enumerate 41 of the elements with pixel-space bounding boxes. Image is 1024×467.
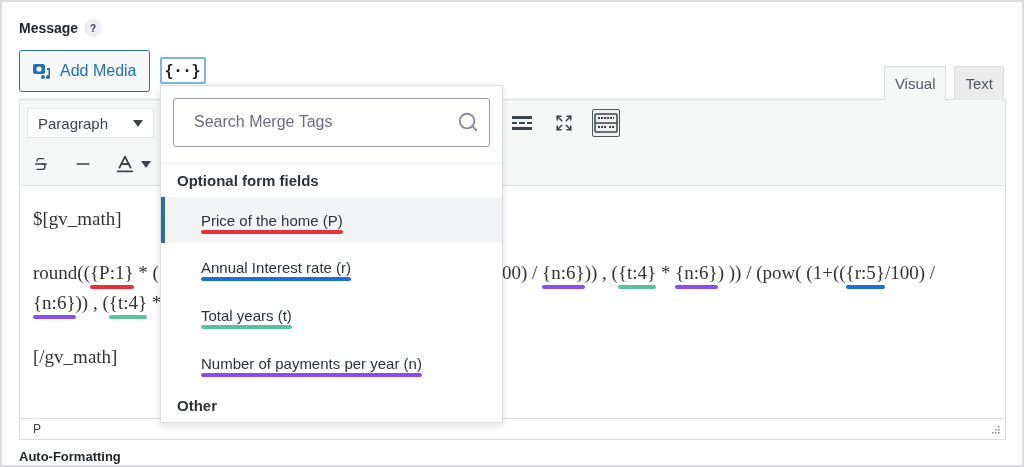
merge-tag-text: {n:6} <box>33 292 76 313</box>
merge-tag-option[interactable]: Total years (t) <box>161 292 502 339</box>
caret-icon[interactable] <box>141 160 151 168</box>
merge-tag-text: {t:4} <box>108 292 148 313</box>
section-title: Optional form fields <box>176 171 320 192</box>
toolbar-toggle-icon[interactable] <box>592 109 620 137</box>
code-text: * <box>150 292 162 314</box>
code-text: [/gv_math] <box>33 346 118 368</box>
search-input[interactable]: Search Merge Tags <box>192 102 457 143</box>
camera-music-icon <box>32 61 52 81</box>
code-text: /100) / <box>884 262 936 284</box>
merge-tag-option[interactable]: Annual Interest rate (r) <box>161 245 502 291</box>
element-path[interactable]: P <box>33 422 41 436</box>
merge-tag-text: {P:1} <box>90 262 134 283</box>
merge-tag-text: {t:4} <box>617 262 657 283</box>
code-text: )) , ( <box>75 292 109 314</box>
editor-tab[interactable]: Text <box>954 66 1004 100</box>
editor-tab[interactable]: Visual <box>883 66 947 100</box>
code-text: $[gv_math] <box>33 208 122 230</box>
format-select[interactable]: Paragraph <box>27 108 154 138</box>
merge-tags-button[interactable]: {··} <box>159 57 206 84</box>
code-text: * ( <box>137 262 159 284</box>
code-text: ) )) / (pow( (1+(( <box>717 262 846 284</box>
resize-grip-icon[interactable] <box>990 424 1000 434</box>
code-text: 00) / <box>502 262 539 284</box>
add-media-button[interactable]: Add Media <box>19 50 150 92</box>
merge-tag-text: {r:5} <box>845 262 885 283</box>
merge-tag-text: {n:6} <box>675 262 718 283</box>
caret-icon <box>133 119 143 127</box>
section-title: Other <box>176 395 218 416</box>
code-text: round(( <box>33 262 90 284</box>
search-icon <box>457 111 479 134</box>
merge-tag-option[interactable]: Number of payments per year (n) <box>161 340 502 387</box>
help-badge[interactable]: ? <box>84 19 103 37</box>
field-label: Message <box>19 20 79 36</box>
search-field[interactable]: Search Merge Tags <box>173 98 490 147</box>
code-text: )) , ( <box>584 262 618 284</box>
merge-tag-text: {n:6} <box>542 262 585 283</box>
code-text: * <box>659 262 672 284</box>
field-label: Auto-Formatting <box>19 449 122 464</box>
merge-tag-option[interactable]: Price of the home (P) <box>161 197 502 244</box>
